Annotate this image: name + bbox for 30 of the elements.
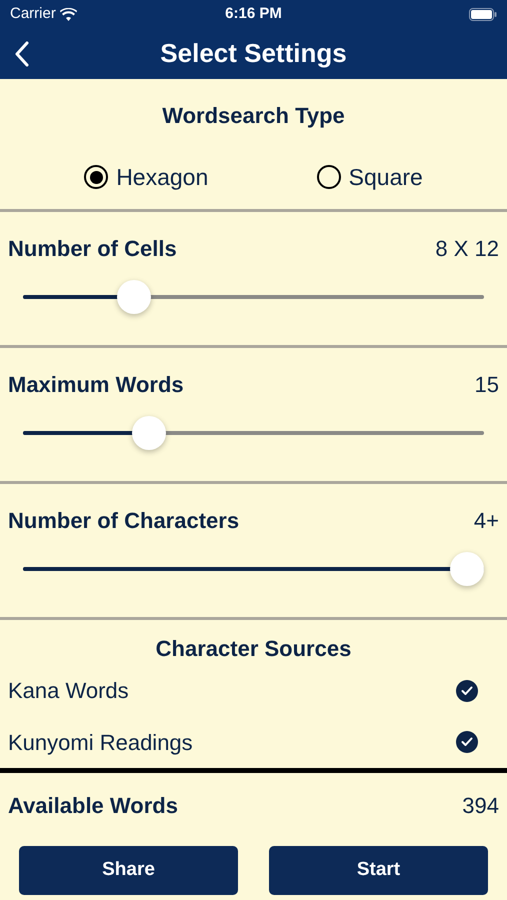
action-button[interactable]: Start — [269, 846, 488, 895]
slider-thumb[interactable] — [450, 552, 484, 586]
available-words-count: 394 — [462, 792, 499, 820]
carrier-label: Carrier — [10, 4, 56, 24]
setting-value: 8 X 12 — [435, 235, 499, 263]
checkmark-toggle[interactable] — [456, 731, 478, 754]
checkmark-toggle[interactable] — [456, 680, 478, 702]
slider-thumb[interactable] — [132, 416, 166, 450]
screen-title: Select Settings — [160, 37, 347, 70]
setting-value: 15 — [474, 371, 499, 399]
setting-label: Number of Cells — [8, 235, 177, 263]
available-words-label: Available Words — [8, 792, 178, 820]
check-icon — [461, 686, 473, 696]
setting-label: Maximum Words — [8, 371, 184, 399]
battery-icon — [469, 8, 497, 20]
setting-label: Number of Characters — [8, 507, 240, 535]
slider-thumb[interactable] — [116, 280, 151, 314]
check-icon — [461, 737, 473, 748]
source-label: Kana Words — [8, 677, 129, 706]
back-chevron-icon — [14, 40, 30, 66]
action-button[interactable]: Share — [19, 846, 238, 895]
section-title: Wordsearch Type — [161, 102, 346, 130]
wifi-icon — [60, 8, 77, 20]
source-label: Kunyomi Readings — [8, 728, 193, 757]
radio-option[interactable]: Hexagon — [84, 160, 208, 194]
back-button[interactable] — [14, 40, 30, 66]
radio-option[interactable]: Square — [316, 160, 423, 194]
section-title: Character Sources — [154, 635, 352, 663]
setting-value: 4+ — [474, 507, 499, 535]
status-time: 6:16 PM — [225, 4, 282, 24]
